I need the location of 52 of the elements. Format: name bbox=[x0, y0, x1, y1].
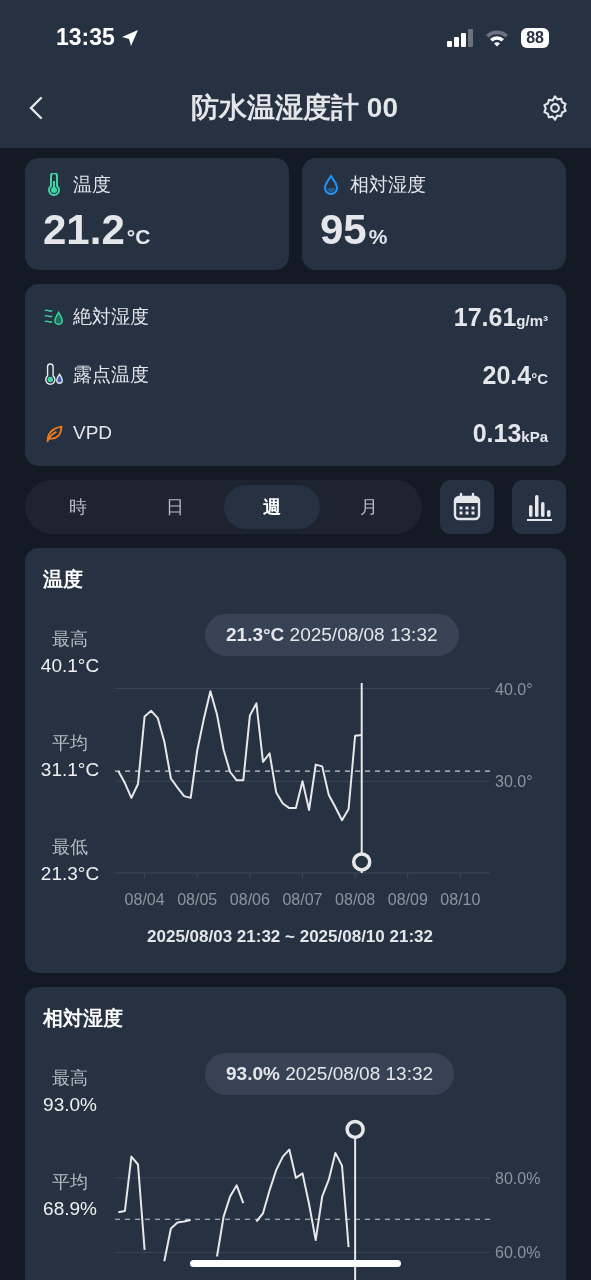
axis-label: 08/09 bbox=[387, 891, 428, 908]
stat-label: 平均 bbox=[52, 1171, 88, 1194]
axis-label: 40.0° bbox=[495, 680, 533, 698]
metric-label: 露点温度 bbox=[73, 363, 149, 387]
page-title: 防水温湿度計 00 bbox=[190, 90, 399, 125]
clock: 13:35 bbox=[56, 24, 115, 51]
metric-value: 95% bbox=[320, 206, 389, 254]
calendar-button[interactable] bbox=[440, 480, 494, 534]
metric-label: 相対湿度 bbox=[350, 173, 426, 197]
axis-label: 60.0% bbox=[495, 1244, 541, 1262]
chart-tooltip: 93.0% 2025/08/08 13:32 bbox=[205, 1053, 455, 1095]
battery-indicator: 88 bbox=[521, 27, 549, 48]
stat-value: 21.3°C bbox=[40, 863, 100, 885]
axis-label: 08/06 bbox=[229, 891, 270, 908]
axis-label: 80.0% bbox=[495, 1169, 541, 1187]
axis-label: 08/05 bbox=[177, 891, 218, 908]
stat-label: 最高 bbox=[52, 628, 88, 651]
crosshair[interactable] bbox=[351, 682, 372, 874]
axis-label: 08/04 bbox=[124, 891, 165, 908]
metric-label: VPD bbox=[73, 422, 113, 444]
chart-title: 相対湿度 bbox=[41, 1006, 124, 1031]
thermometer-drop-icon bbox=[43, 363, 65, 387]
axis-label: 08/08 bbox=[335, 891, 376, 908]
metric-value: 21.2°C bbox=[43, 206, 152, 254]
chart-title: 温度 bbox=[42, 567, 84, 592]
stat-value: 31.1°C bbox=[40, 759, 100, 781]
metric-label: 温度 bbox=[73, 173, 111, 197]
stat-value: 40.1°C bbox=[40, 655, 100, 677]
period-tab[interactable]: 時 bbox=[30, 485, 127, 529]
stat-label: 最低 bbox=[52, 836, 88, 859]
stat-value: 93.0% bbox=[43, 1094, 97, 1116]
date-range: 2025/08/03 21:32 ~ 2025/08/10 21:32 bbox=[146, 927, 434, 947]
signal-icon bbox=[447, 28, 476, 47]
stat-label: 平均 bbox=[52, 732, 88, 755]
chart-tooltip: 21.3°C 2025/08/08 13:32 bbox=[205, 614, 459, 656]
metric-value: 20.4°C bbox=[482, 360, 548, 390]
period-tab[interactable]: 日 bbox=[126, 485, 224, 529]
axis-label: 30.0° bbox=[495, 773, 533, 791]
settings-icon[interactable] bbox=[541, 93, 569, 122]
stat-value: 68.9% bbox=[43, 1198, 97, 1220]
period-tab[interactable]: 週 bbox=[223, 485, 321, 529]
metric-label: 絶対湿度 bbox=[73, 305, 149, 329]
axis-label: 08/07 bbox=[282, 891, 323, 908]
calendar-icon bbox=[451, 491, 483, 523]
metric-value: 0.13kPa bbox=[472, 418, 548, 448]
period-tab[interactable]: 月 bbox=[320, 485, 417, 529]
crosshair[interactable] bbox=[345, 1119, 365, 1280]
metric-value: 17.61g/m³ bbox=[453, 302, 548, 332]
bar-chart-button[interactable] bbox=[512, 480, 566, 534]
stat-label: 最高 bbox=[52, 1067, 88, 1090]
wifi-icon bbox=[485, 28, 510, 47]
axis-label: 08/10 bbox=[440, 891, 481, 908]
